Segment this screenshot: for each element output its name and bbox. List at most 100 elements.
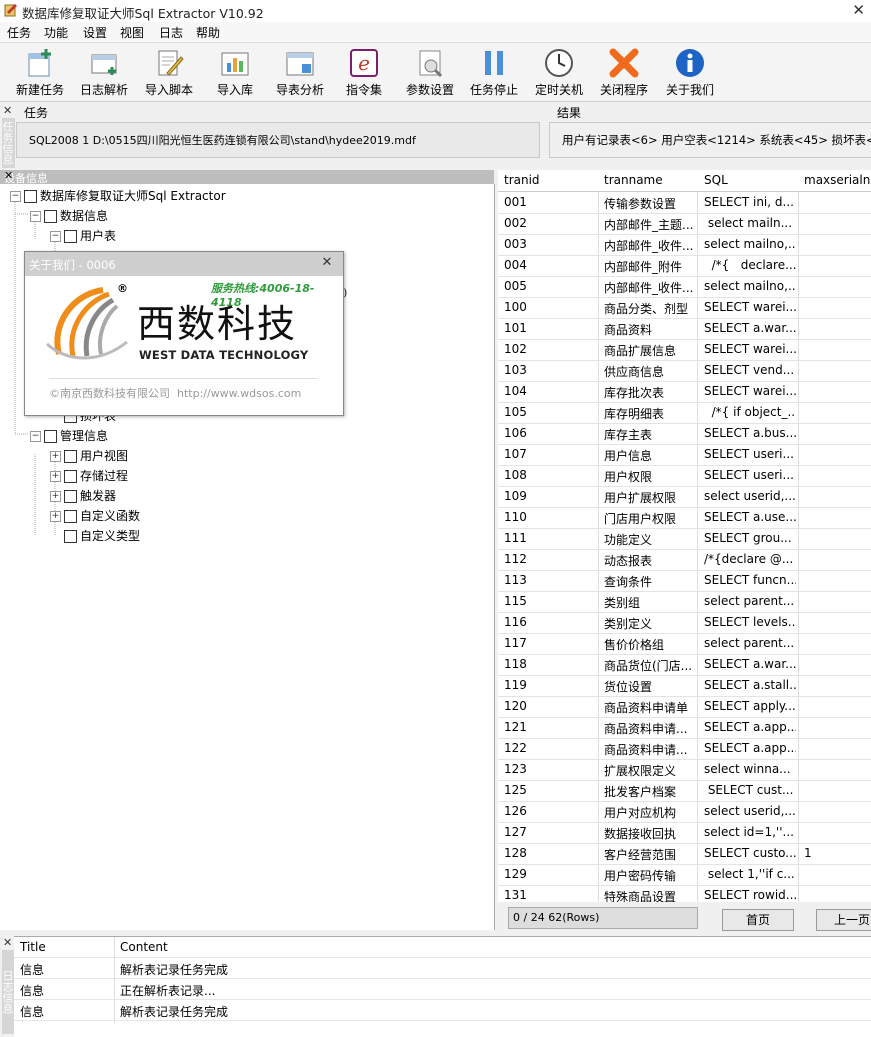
prev-page-button[interactable]: 上一页: [816, 909, 871, 931]
log-column-title[interactable]: Title: [20, 940, 46, 954]
tree-node-custom-types[interactable]: 自定义类型: [64, 527, 140, 544]
tree-node-triggers[interactable]: + 触发器: [50, 487, 116, 504]
first-page-button[interactable]: 首页: [722, 909, 794, 931]
checkbox[interactable]: [64, 510, 77, 523]
checkbox[interactable]: [44, 210, 57, 223]
about-us-button[interactable]: 关于我们: [662, 45, 718, 99]
log-parse-button[interactable]: 日志解析: [76, 45, 132, 99]
table-row[interactable]: 107 用户信息 SELECT useri...: [498, 444, 871, 466]
log-row[interactable]: 信息 解析表记录任务完成: [14, 1000, 871, 1021]
table-row[interactable]: 004 内部邮件_附件 /*{ declare...: [498, 255, 871, 277]
table-row[interactable]: 105 库存明细表 /*{ if object_...: [498, 402, 871, 424]
log-column-content[interactable]: Content: [120, 940, 168, 954]
table-row[interactable]: 106 库存主表 SELECT a.bus...: [498, 423, 871, 445]
column-header-tranid[interactable]: tranid: [504, 173, 540, 187]
column-header-tranname[interactable]: tranname: [604, 173, 663, 187]
table-row[interactable]: 121 商品资料申请... SELECT a.app...: [498, 717, 871, 739]
menu-settings[interactable]: 设置: [83, 24, 107, 41]
table-row[interactable]: 117 售价价格组 select parent...: [498, 633, 871, 655]
table-row[interactable]: 005 内部邮件_收件... select mailno,...: [498, 276, 871, 298]
table-row[interactable]: 127 数据接收回执 select id=1,''...: [498, 822, 871, 844]
table-row[interactable]: 129 用户密码传输 select 1,''if c...: [498, 864, 871, 886]
expand-icon[interactable]: +: [50, 491, 61, 502]
tree-node-root[interactable]: − 数据库修复取证大师Sql Extractor: [10, 187, 226, 204]
table-row[interactable]: 102 商品扩展信息 SELECT warei...: [498, 339, 871, 361]
collapse-icon[interactable]: −: [10, 191, 21, 202]
menu-function[interactable]: 功能: [44, 24, 68, 41]
cell-tranid: 004: [504, 258, 527, 272]
table-row[interactable]: 111 功能定义 SELECT grou...: [498, 528, 871, 550]
app-icon: [4, 4, 17, 17]
table-row[interactable]: 112 动态报表 /*{declare @...: [498, 549, 871, 571]
tree-node-stored-procedures[interactable]: + 存储过程: [50, 467, 128, 484]
collapse-icon[interactable]: −: [50, 231, 61, 242]
cell-tranid: 101: [504, 321, 527, 335]
table-analysis-button[interactable]: 导表分析: [270, 45, 330, 99]
import-script-button[interactable]: 导入脚本: [141, 45, 197, 99]
timed-shutdown-button[interactable]: 定时关机: [531, 45, 587, 99]
import-db-button[interactable]: 导入库: [207, 45, 263, 99]
tree-node-user-tables[interactable]: − 用户表: [50, 227, 116, 244]
tree-node-admin-info[interactable]: − 管理信息: [30, 427, 108, 444]
expand-icon[interactable]: +: [50, 451, 61, 462]
about-dialog-close-button[interactable]: ✕: [317, 255, 337, 273]
table-row[interactable]: 115 类别组 select parent...: [498, 591, 871, 613]
collapse-icon[interactable]: −: [30, 431, 41, 442]
cell-tranname: 商品分类、剂型: [604, 302, 689, 316]
table-row[interactable]: 001 传输参数设置 SELECT ini, d...: [498, 192, 871, 214]
table-row[interactable]: 123 扩展权限定义 select winna...: [498, 759, 871, 781]
new-task-button[interactable]: 新建任务: [10, 45, 70, 99]
collapse-icon[interactable]: −: [30, 211, 41, 222]
log-row[interactable]: 信息 正在解析表记录...: [14, 979, 871, 1000]
table-row[interactable]: 103 供应商信息 SELECT vend...: [498, 360, 871, 382]
table-row[interactable]: 122 商品资料申请... SELECT a.app...: [498, 738, 871, 760]
expand-icon[interactable]: +: [50, 471, 61, 482]
checkbox[interactable]: [24, 190, 37, 203]
tree-node-custom-functions[interactable]: + 自定义函数: [50, 507, 140, 524]
column-header-sql[interactable]: SQL: [704, 173, 728, 187]
table-row[interactable]: 109 用户扩展权限 select userid,...: [498, 486, 871, 508]
table-row[interactable]: 119 货位设置 SELECT a.stall...: [498, 675, 871, 697]
menu-help[interactable]: 帮助: [196, 24, 220, 41]
table-row[interactable]: 120 商品资料申请单 SELECT apply...: [498, 696, 871, 718]
table-row[interactable]: 003 内部邮件_收件... select mailno,...: [498, 234, 871, 256]
tree-node-user-views[interactable]: + 用户视图: [50, 447, 128, 464]
command-set-button[interactable]: e 指令集: [338, 45, 390, 99]
checkbox[interactable]: [64, 230, 77, 243]
table-row[interactable]: 125 批发客户档案 SELECT cust...: [498, 780, 871, 802]
table-row[interactable]: 128 客户经营范围 SELECT custo... 1: [498, 843, 871, 865]
task-panel-close-icon[interactable]: ✕: [3, 104, 12, 117]
log-panel-close-icon[interactable]: ✕: [3, 936, 12, 949]
checkbox[interactable]: [64, 490, 77, 503]
window-close-button[interactable]: ✕: [852, 1, 865, 19]
checkbox[interactable]: [44, 430, 57, 443]
checkbox[interactable]: [64, 470, 77, 483]
table-row[interactable]: 118 商品货位(门店... SELECT a.war...: [498, 654, 871, 676]
checkbox[interactable]: [64, 450, 77, 463]
table-row[interactable]: 110 门店用户权限 SELECT a.use...: [498, 507, 871, 529]
menu-task[interactable]: 任务: [7, 24, 31, 41]
table-row[interactable]: 100 商品分类、剂型 SELECT warei...: [498, 297, 871, 319]
table-row[interactable]: 126 用户对应机构 select userid,...: [498, 801, 871, 823]
column-header-maxserialno[interactable]: maxserialno: [804, 173, 871, 187]
checkbox[interactable]: [64, 530, 77, 543]
table-row[interactable]: 108 用户权限 SELECT useri...: [498, 465, 871, 487]
table-row[interactable]: 002 内部邮件_主题... select mailn...: [498, 213, 871, 235]
log-row[interactable]: 信息 解析表记录任务完成: [14, 958, 871, 979]
close-program-button[interactable]: 关闭程序: [596, 45, 652, 99]
expand-icon[interactable]: +: [50, 511, 61, 522]
task-side-tab[interactable]: 任务信息: [1, 118, 15, 168]
table-row[interactable]: 113 查询条件 SELECT funcn...: [498, 570, 871, 592]
table-row[interactable]: 104 库存批次表 SELECT warei...: [498, 381, 871, 403]
menu-log[interactable]: 日志: [159, 24, 183, 41]
settings-button[interactable]: 参数设置: [400, 45, 460, 99]
table-row[interactable]: 101 商品资料 SELECT a.war...: [498, 318, 871, 340]
cell-sql: select mailn...: [704, 216, 793, 230]
menu-view[interactable]: 视图: [120, 24, 144, 41]
task-stop-button[interactable]: 任务停止: [466, 45, 522, 99]
cell-tranname: 功能定义: [604, 533, 653, 547]
table-row[interactable]: 116 类别定义 SELECT levels...: [498, 612, 871, 634]
company-logo-icon: [45, 287, 128, 360]
tree-node-data-info[interactable]: − 数据信息: [30, 207, 108, 224]
device-panel-close-icon[interactable]: ✕: [4, 169, 490, 182]
